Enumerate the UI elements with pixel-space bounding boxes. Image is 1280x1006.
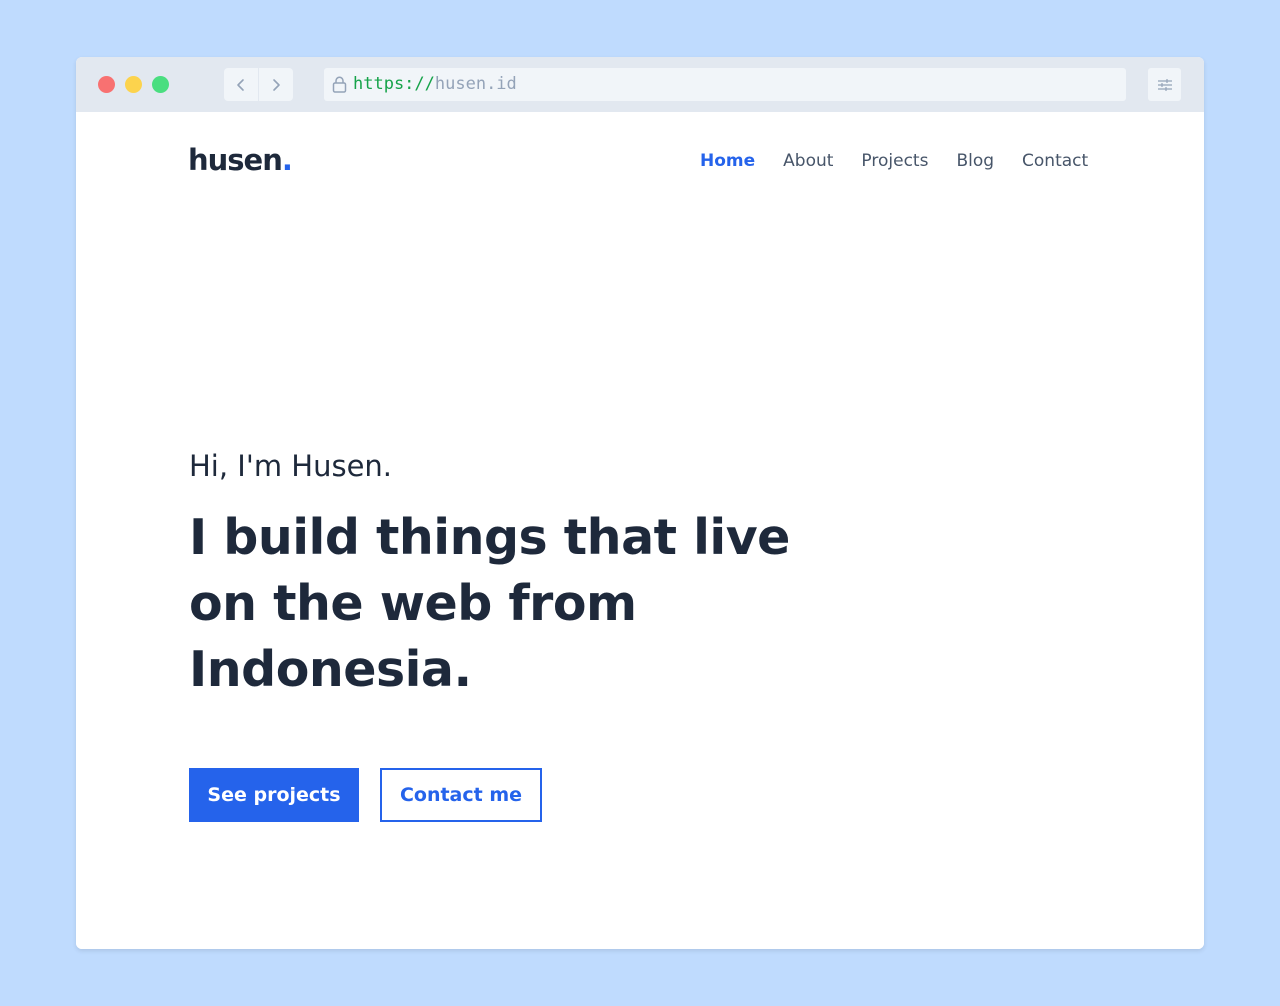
main-nav: Home About Projects Blog Contact: [700, 150, 1088, 172]
sliders-icon: [1157, 78, 1172, 91]
chevron-left-icon: [237, 78, 244, 91]
hero-headline: I build things that live on the web from…: [189, 509, 790, 698]
url-scheme: https://: [353, 74, 435, 94]
minimize-window-button[interactable]: [125, 76, 142, 93]
address-bar[interactable]: https://husen.id: [324, 68, 1126, 101]
nav-link-home[interactable]: Home: [700, 151, 755, 171]
site-logo[interactable]: husen.: [188, 142, 293, 178]
maximize-window-button[interactable]: [152, 76, 169, 93]
nav-link-about[interactable]: About: [783, 151, 833, 171]
see-projects-button[interactable]: See projects: [189, 768, 359, 822]
nav-link-projects[interactable]: Projects: [861, 151, 928, 171]
browser-menu-button[interactable]: [1148, 68, 1181, 101]
back-button[interactable]: [224, 68, 258, 101]
page-content: husen. Home About Projects Blog Contact …: [76, 112, 1204, 949]
contact-me-button[interactable]: Contact me: [380, 768, 542, 822]
logo-dot: .: [281, 143, 293, 177]
browser-toolbar: https://husen.id: [76, 57, 1204, 112]
chevron-right-icon: [273, 78, 280, 91]
close-window-button[interactable]: [98, 76, 115, 93]
nav-link-contact[interactable]: Contact: [1022, 151, 1088, 171]
url-text: https://husen.id: [353, 68, 517, 101]
lock-icon: [331, 76, 347, 94]
url-host: husen.id: [434, 74, 517, 94]
nav-link-blog[interactable]: Blog: [956, 151, 994, 171]
logo-text: husen: [188, 143, 283, 177]
forward-button[interactable]: [259, 68, 293, 101]
browser-window: https://husen.id husen. Home About Proje…: [76, 57, 1204, 949]
hero-greeting: Hi, I'm Husen.: [189, 449, 393, 483]
